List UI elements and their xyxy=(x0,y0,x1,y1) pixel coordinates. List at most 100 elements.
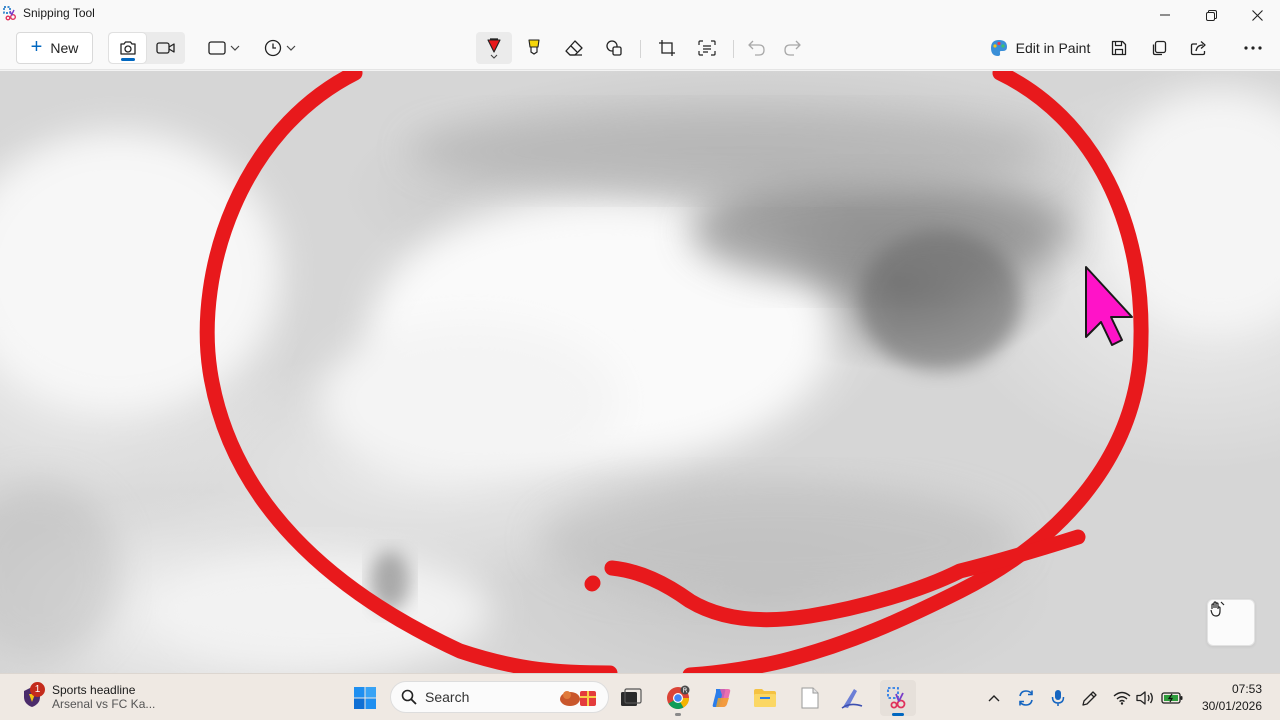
window-title: Snipping Tool xyxy=(23,6,95,20)
copy-icon xyxy=(1152,40,1167,56)
undo-button[interactable] xyxy=(740,32,774,64)
pen-tool-button[interactable] xyxy=(476,32,512,64)
svg-text:R: R xyxy=(683,687,688,695)
microphone-icon xyxy=(1051,690,1065,706)
taskbar-file-explorer[interactable] xyxy=(747,680,783,716)
title-bar: Snipping Tool xyxy=(0,0,1280,26)
volume-icon xyxy=(1136,691,1153,705)
hand-pen-icon xyxy=(1210,601,1225,617)
toolbar-divider xyxy=(733,40,734,58)
new-snip-button[interactable]: + New xyxy=(16,32,93,64)
edit-in-paint-label: Edit in Paint xyxy=(1015,40,1091,56)
more-options-button[interactable] xyxy=(1236,32,1270,64)
taskbar-copilot[interactable] xyxy=(704,680,740,716)
redo-button[interactable] xyxy=(775,32,809,64)
share-button[interactable] xyxy=(1182,32,1216,64)
redo-icon xyxy=(784,40,801,56)
notification-badge: 1 xyxy=(30,682,45,697)
search-placeholder: Search xyxy=(425,689,470,705)
highlighter-icon xyxy=(528,39,540,55)
document-icon xyxy=(801,687,819,709)
task-view-icon xyxy=(621,688,642,706)
tray-battery[interactable] xyxy=(1159,680,1185,716)
more-icon xyxy=(1244,46,1262,50)
clock-date: 30/01/2026 xyxy=(1201,699,1262,713)
highlighter-tool-button[interactable] xyxy=(517,32,551,64)
tray-wifi[interactable] xyxy=(1110,680,1134,716)
active-app-indicator xyxy=(892,713,904,716)
chrome-icon: R xyxy=(667,685,690,709)
pen-menu-icon xyxy=(1082,691,1097,706)
text-actions-button[interactable] xyxy=(690,32,724,64)
taskbar-notepad[interactable] xyxy=(792,680,828,716)
news-subtitle: Arsenal vs FC Ka... xyxy=(52,697,156,711)
snip-photo-button[interactable] xyxy=(109,33,146,63)
save-button[interactable] xyxy=(1102,32,1136,64)
snip-canvas[interactable] xyxy=(0,71,1280,673)
clock-time: 07:53 xyxy=(1231,682,1262,696)
toolbar-divider xyxy=(640,40,641,58)
taskbar: 1 Sports headline Arsenal vs FC Ka... Se… xyxy=(0,673,1280,720)
task-view-button[interactable] xyxy=(613,680,649,716)
plus-icon: + xyxy=(30,36,43,58)
annotation-layer xyxy=(0,71,1280,673)
touch-writing-button[interactable] xyxy=(1207,599,1255,646)
folder-icon xyxy=(754,689,776,707)
undo-icon xyxy=(748,40,765,56)
edit-in-paint-button[interactable]: Edit in Paint xyxy=(986,32,1094,64)
share-icon xyxy=(1190,41,1206,56)
delay-dropdown[interactable] xyxy=(260,32,300,64)
taskbar-ink-app[interactable] xyxy=(834,680,870,716)
windows-logo-icon xyxy=(354,687,376,709)
wifi-icon xyxy=(1113,691,1131,705)
tray-pen-menu[interactable] xyxy=(1078,680,1102,716)
rectangle-snip-icon xyxy=(208,41,226,55)
active-mode-indicator xyxy=(121,58,135,61)
tray-volume[interactable] xyxy=(1133,680,1157,716)
news-widget[interactable]: 1 Sports headline Arsenal vs FC Ka... xyxy=(20,680,160,714)
camera-icon xyxy=(119,41,136,55)
timer-icon xyxy=(264,39,282,57)
copy-button[interactable] xyxy=(1142,32,1176,64)
show-hidden-icons-button[interactable] xyxy=(983,680,1005,716)
eraser-tool-button[interactable] xyxy=(557,32,591,64)
system-clock[interactable]: 07:53 30/01/2026 xyxy=(1202,681,1262,715)
chevron-down-icon xyxy=(286,45,296,51)
news-widget-icon: 1 xyxy=(20,682,45,709)
pen-app-icon xyxy=(841,689,863,709)
chevron-down-icon xyxy=(230,45,240,51)
search-icon xyxy=(401,689,417,705)
tray-microphone[interactable] xyxy=(1046,680,1070,716)
shapes-tool-button[interactable] xyxy=(597,32,631,64)
text-actions-icon xyxy=(698,40,716,56)
snip-video-button[interactable] xyxy=(148,33,184,63)
toolbar: + New Edit in Paint xyxy=(0,26,1280,70)
sync-icon xyxy=(1019,690,1033,706)
pen-icon xyxy=(487,38,501,59)
new-button-label: New xyxy=(50,40,79,56)
video-icon xyxy=(156,42,175,54)
snipping-tool-icon xyxy=(887,687,906,709)
start-button[interactable] xyxy=(347,680,383,716)
snip-shape-dropdown[interactable] xyxy=(204,32,244,64)
tray-sync[interactable] xyxy=(1014,680,1038,716)
restore-icon xyxy=(1205,9,1217,21)
chevron-up-icon xyxy=(988,695,1000,702)
minimize-icon xyxy=(1160,14,1170,16)
copilot-icon xyxy=(712,689,731,707)
battery-charging-icon xyxy=(1161,692,1183,704)
news-headline: Sports headline xyxy=(52,683,136,697)
scissors-icon xyxy=(3,6,16,21)
blurred-cloud-photo xyxy=(0,91,1280,671)
crop-button[interactable] xyxy=(650,32,684,64)
running-indicator xyxy=(675,713,681,716)
snip-mode-toggle xyxy=(108,32,185,64)
eraser-icon xyxy=(565,40,583,56)
taskbar-search[interactable]: Search xyxy=(390,681,609,713)
taskbar-chrome[interactable]: R xyxy=(660,680,696,716)
search-highlight-icon xyxy=(560,691,596,706)
crop-icon xyxy=(659,40,675,56)
shapes-icon xyxy=(606,40,622,56)
taskbar-snipping-tool[interactable] xyxy=(880,680,916,716)
close-icon xyxy=(1251,9,1263,21)
